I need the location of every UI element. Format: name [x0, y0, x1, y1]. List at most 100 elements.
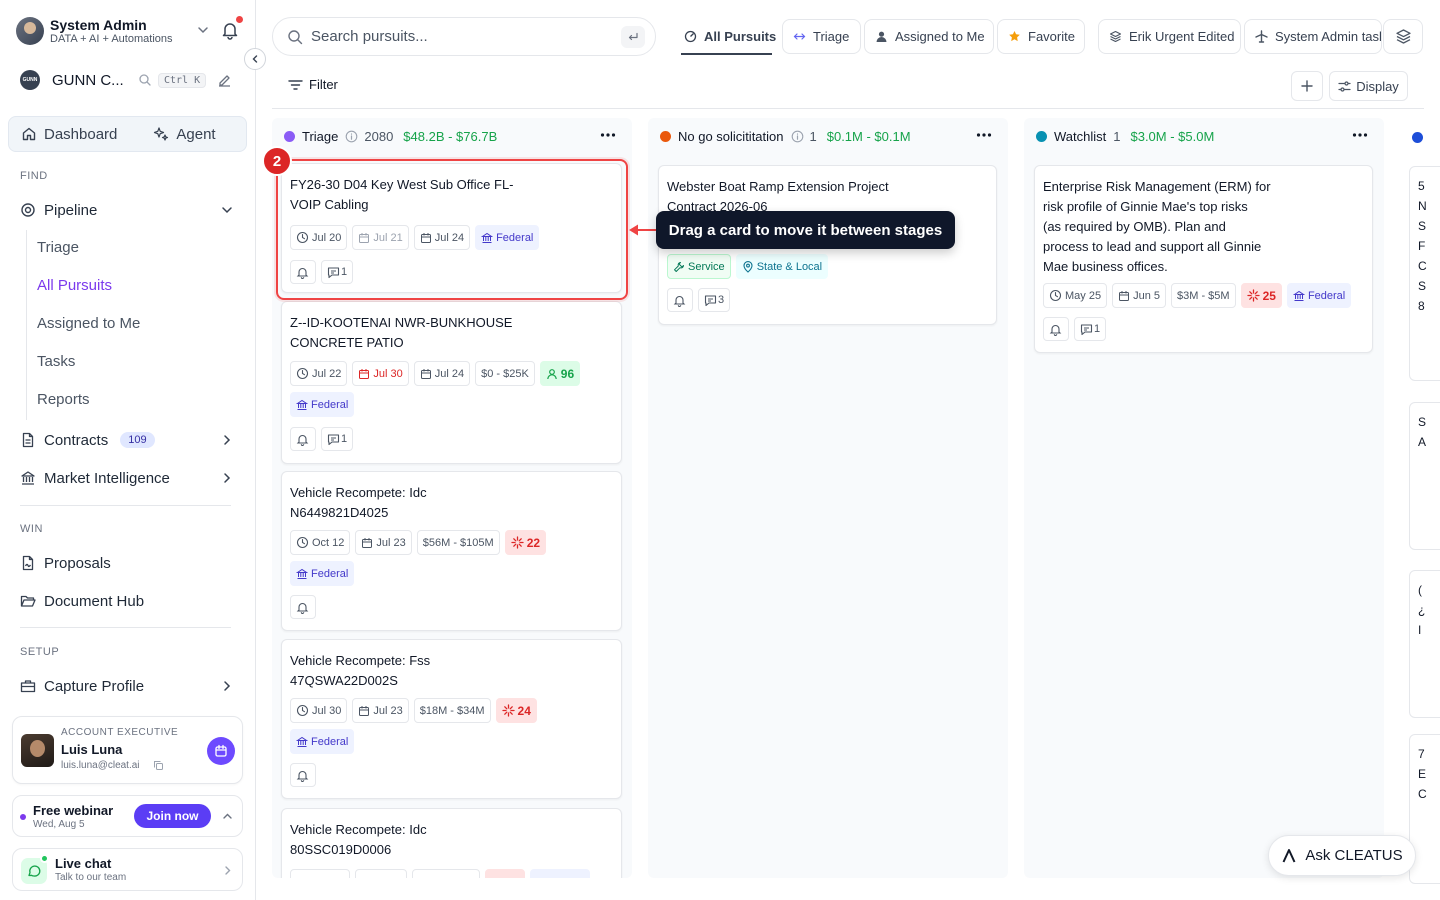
- chip-text: Federal: [1307, 289, 1346, 302]
- pursuit-card[interactable]: Vehicle Recompete: Idc N6449821D4025 Oct…: [281, 471, 622, 631]
- pursuit-card[interactable]: S A: [1409, 402, 1440, 550]
- chip-text: Jul 22: [312, 367, 342, 380]
- info-icon[interactable]: [791, 130, 804, 143]
- due-date-chip: Jul 22: [290, 361, 348, 386]
- card-title-fragment: I: [1418, 623, 1422, 637]
- pursuit-card[interactable]: Vehicle Recompete: Fss 47QSWA22D002S Jul…: [281, 639, 622, 799]
- sidebar-item-tasks[interactable]: Tasks: [37, 353, 75, 370]
- chip-text: Jul 23: [373, 704, 403, 717]
- card-title-line: N6449821D4025: [290, 505, 389, 520]
- more-horizontal-icon[interactable]: [976, 132, 992, 138]
- tab-system-admin-task[interactable]: System Admin task: [1244, 19, 1382, 54]
- chip-text: Jul 30: [373, 367, 403, 380]
- tab-erik-urgent-edited[interactable]: Erik Urgent Edited: [1098, 19, 1241, 54]
- sidebar-item-assigned-to-me[interactable]: Assigned to Me: [37, 315, 140, 332]
- card-title-fragment: C: [1418, 787, 1427, 801]
- filter-button[interactable]: Filter: [288, 77, 338, 92]
- more-horizontal-icon[interactable]: [1352, 132, 1368, 138]
- chip-text: Jul 30: [312, 704, 342, 717]
- comments-button[interactable]: 1: [321, 427, 354, 451]
- active-tab-indicator: [681, 53, 772, 55]
- sidebar-item-document-hub[interactable]: Document Hub: [20, 587, 236, 615]
- search-icon[interactable]: [138, 73, 152, 87]
- saved-views-button[interactable]: [1383, 19, 1423, 54]
- card-title-fragment: 5: [1418, 179, 1425, 193]
- org-switcher[interactable]: GUNN GUNN C... Ctrl K: [20, 68, 236, 92]
- target-icon: [684, 30, 697, 43]
- sidebar-item-reports[interactable]: Reports: [37, 391, 90, 408]
- chevron-down-icon[interactable]: [196, 23, 210, 37]
- edit-icon[interactable]: [217, 73, 232, 88]
- match-score-chip: [485, 869, 525, 878]
- display-button[interactable]: Display: [1329, 71, 1408, 101]
- pursuit-card[interactable]: ( ¿ I: [1409, 570, 1440, 718]
- tab-assigned-to-me[interactable]: Assigned to Me: [864, 19, 994, 54]
- comments-button[interactable]: 1: [1074, 317, 1107, 341]
- user-name: System Admin: [50, 16, 147, 33]
- search-bar: [272, 17, 656, 56]
- tab-triage[interactable]: Triage: [782, 19, 861, 54]
- card-title: Z--ID-KOOTENAI NWR-BUNKHOUSE CONCRETE PA…: [290, 313, 512, 353]
- collapse-sidebar-button[interactable]: [244, 48, 266, 70]
- user-menu[interactable]: System Admin DATA + AI + Automations: [16, 14, 245, 48]
- pursuit-card[interactable]: Vehicle Recompete: Idc 80SSC019D0006: [281, 808, 622, 878]
- webinar-title: Free webinar: [33, 803, 114, 818]
- card-title-fragment: 7: [1418, 747, 1425, 761]
- notify-button[interactable]: [290, 763, 316, 787]
- card-title-fragment: N: [1418, 199, 1427, 213]
- section-find: FIND: [20, 170, 48, 182]
- capture-profile-label: Capture Profile: [44, 677, 145, 695]
- tab-favorite[interactable]: Favorite: [997, 19, 1085, 54]
- target-icon: [21, 203, 35, 217]
- join-webinar-button[interactable]: Join now: [134, 804, 211, 828]
- notify-button[interactable]: [290, 427, 316, 451]
- copy-icon[interactable]: [153, 760, 164, 771]
- sidebar-item-capture-profile[interactable]: Capture Profile: [20, 672, 236, 700]
- pursuit-card[interactable]: Enterprise Risk Management (ERM) for ris…: [1034, 165, 1373, 353]
- sidebar-item-triage[interactable]: Triage: [37, 239, 79, 256]
- chip-text: 22: [526, 535, 541, 550]
- sidebar-item-market-intelligence[interactable]: Market Intelligence: [20, 464, 236, 492]
- column-value-range: $0.1M - $0.1M: [826, 129, 911, 144]
- notify-button[interactable]: [290, 595, 316, 619]
- sidebar-item-pipeline[interactable]: Pipeline: [20, 196, 236, 224]
- pursuit-card[interactable]: Z--ID-KOOTENAI NWR-BUNKHOUSE CONCRETE PA…: [281, 301, 622, 464]
- submenu-guide: [26, 230, 27, 420]
- due-date-chip: May 25: [1043, 283, 1108, 308]
- search-input[interactable]: [311, 28, 601, 45]
- card-title: Vehicle Recompete: Idc 80SSC019D0006: [290, 820, 427, 860]
- sidebar-item-contracts[interactable]: Contracts 109: [20, 426, 236, 454]
- sidebar-item-all-pursuits[interactable]: All Pursuits: [37, 277, 112, 294]
- info-icon[interactable]: [345, 130, 358, 143]
- bell-icon: [673, 295, 686, 307]
- bell-icon: [296, 602, 309, 614]
- value-range-chip: $18M - $34M: [413, 698, 491, 723]
- live-chat-title: Live chat: [55, 856, 112, 871]
- comments-button[interactable]: 3: [698, 288, 731, 312]
- card-title-line: 47QSWA22D002S: [290, 673, 398, 688]
- pursuit-card[interactable]: 5 N S F C S 8: [1409, 166, 1440, 381]
- file-text-icon: [22, 432, 34, 448]
- enter-key-icon[interactable]: [621, 26, 645, 48]
- add-pursuit-button[interactable]: [1291, 71, 1323, 101]
- tab-all-pursuits[interactable]: All Pursuits: [673, 19, 780, 54]
- sidebar-item-proposals[interactable]: Proposals: [20, 549, 236, 577]
- card-title-line: Vehicle Recompete: Idc: [290, 822, 427, 837]
- user-icon: [876, 31, 887, 42]
- home-icon: [22, 127, 36, 141]
- account-executive-email: luis.luna@cleat.ai: [61, 760, 140, 771]
- card-actions: [290, 763, 316, 787]
- calendar-check-icon: [1119, 290, 1130, 301]
- ask-cleatus-button[interactable]: Ask CLEATUS: [1268, 835, 1416, 876]
- agent-button[interactable]: Agent: [141, 126, 216, 143]
- schedule-meeting-button[interactable]: [207, 737, 235, 765]
- dashboard-button[interactable]: Dashboard: [9, 126, 117, 143]
- card-title-fragment: 8: [1418, 299, 1425, 313]
- more-horizontal-icon[interactable]: [600, 132, 616, 138]
- live-chat-card[interactable]: Live chat Talk to our team: [12, 848, 243, 891]
- chevron-right-icon: [225, 866, 231, 875]
- chevron-up-icon[interactable]: [221, 810, 234, 823]
- comment-count: 1: [1094, 323, 1101, 335]
- notify-button[interactable]: [667, 288, 693, 312]
- notify-button[interactable]: [1043, 317, 1069, 341]
